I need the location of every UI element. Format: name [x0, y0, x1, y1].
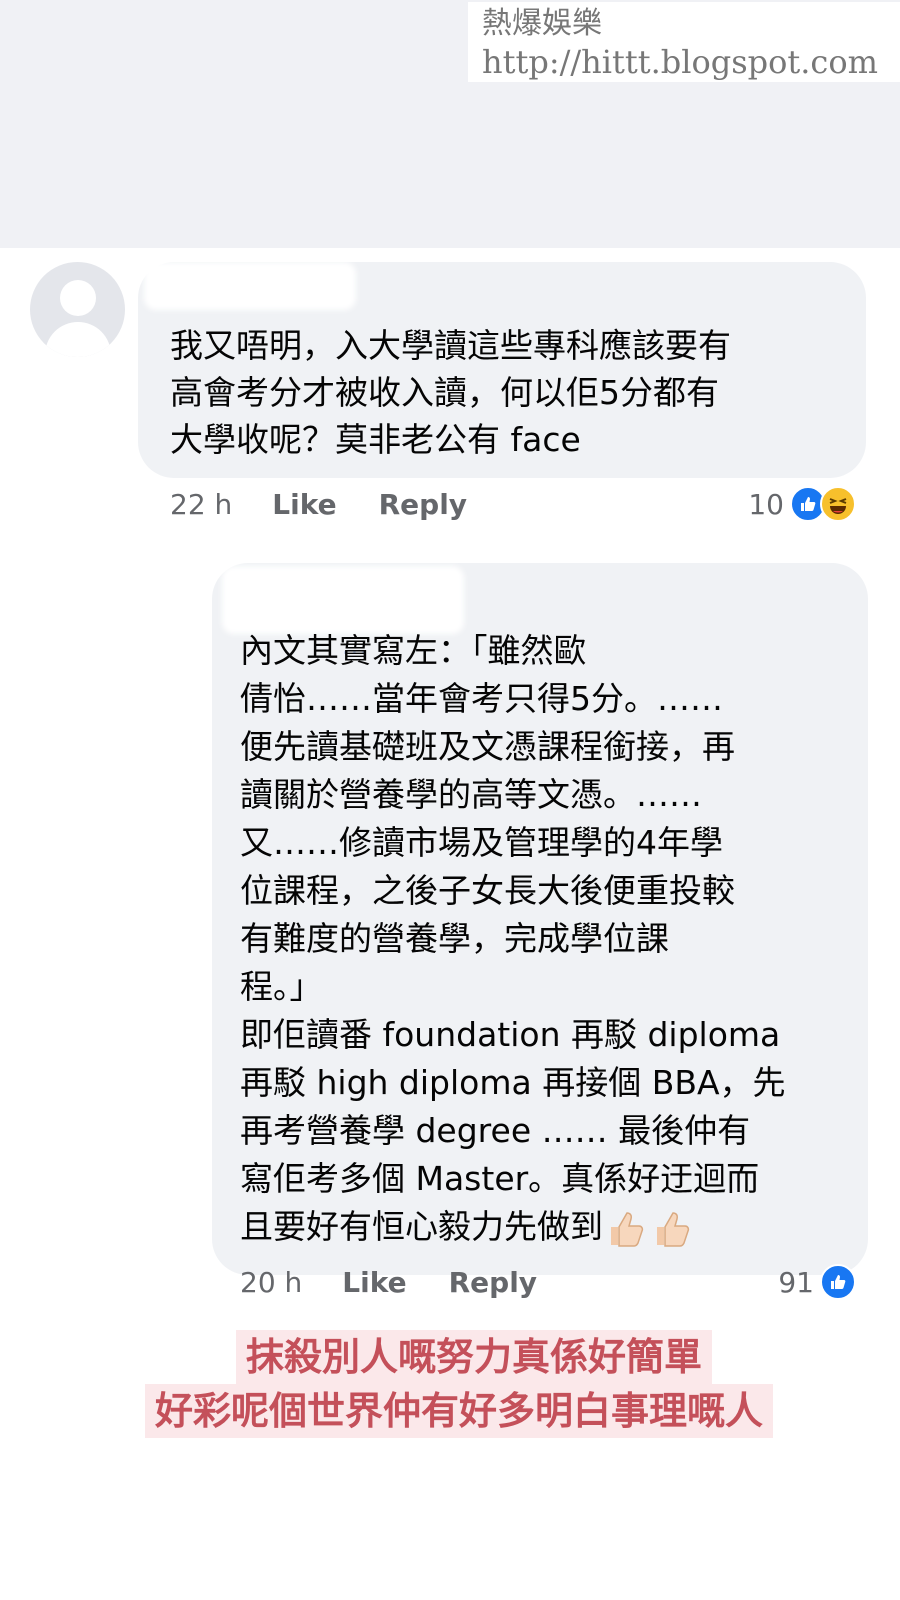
reply-actions: 20 h Like Reply: [240, 1262, 537, 1302]
avatar-body-shape: [45, 322, 111, 357]
watermark: 熱爆娛樂 http://hittt.blogspot.com: [468, 2, 900, 82]
comment-time[interactable]: 20 h: [240, 1266, 302, 1299]
comment-time[interactable]: 22 h: [170, 488, 232, 521]
redacted-name: [228, 572, 458, 628]
thumbs-up-light-icon: [605, 1207, 649, 1251]
caption-line-1: 抹殺別人嘅努力真係好簡單: [236, 1330, 713, 1384]
reply-button[interactable]: Reply: [379, 488, 467, 521]
haha-icon: [820, 486, 856, 522]
reply-text-body: 內文其實寫左：「雖然歐 倩怡……當年會考只得5分。…… 便先讀基礎班及文憑課程銜…: [240, 631, 786, 1246]
comment-text: 我又唔明，入大學讀這些專科應該要有 高會考分才被收入讀，何以佢5分都有 大學收呢…: [170, 326, 731, 459]
avatar[interactable]: [30, 262, 125, 357]
comment-actions: 22 h Like Reply: [170, 484, 467, 524]
caption-line-2: 好彩呢個世界仲有好多明白事理嘅人: [145, 1384, 774, 1438]
reaction-count: 91: [778, 1265, 814, 1299]
like-button[interactable]: Like: [342, 1266, 406, 1299]
reply-button[interactable]: Reply: [449, 1266, 537, 1299]
reaction-summary[interactable]: 10: [748, 484, 856, 524]
like-button[interactable]: Like: [272, 488, 336, 521]
redacted-name: [150, 268, 350, 304]
like-icon: [820, 1264, 856, 1300]
watermark-url: http://hittt.blogspot.com: [482, 43, 878, 81]
reaction-count: 10: [748, 487, 784, 521]
reaction-summary[interactable]: 91: [778, 1262, 856, 1302]
thumbs-up-light-icon: [651, 1207, 695, 1251]
avatar-head-shape: [60, 280, 96, 316]
reply-text: 內文其實寫左：「雖然歐 倩怡……當年會考只得5分。…… 便先讀基礎班及文憑課程銜…: [240, 627, 850, 1251]
watermark-site-name: 熱爆娛樂: [482, 6, 602, 41]
